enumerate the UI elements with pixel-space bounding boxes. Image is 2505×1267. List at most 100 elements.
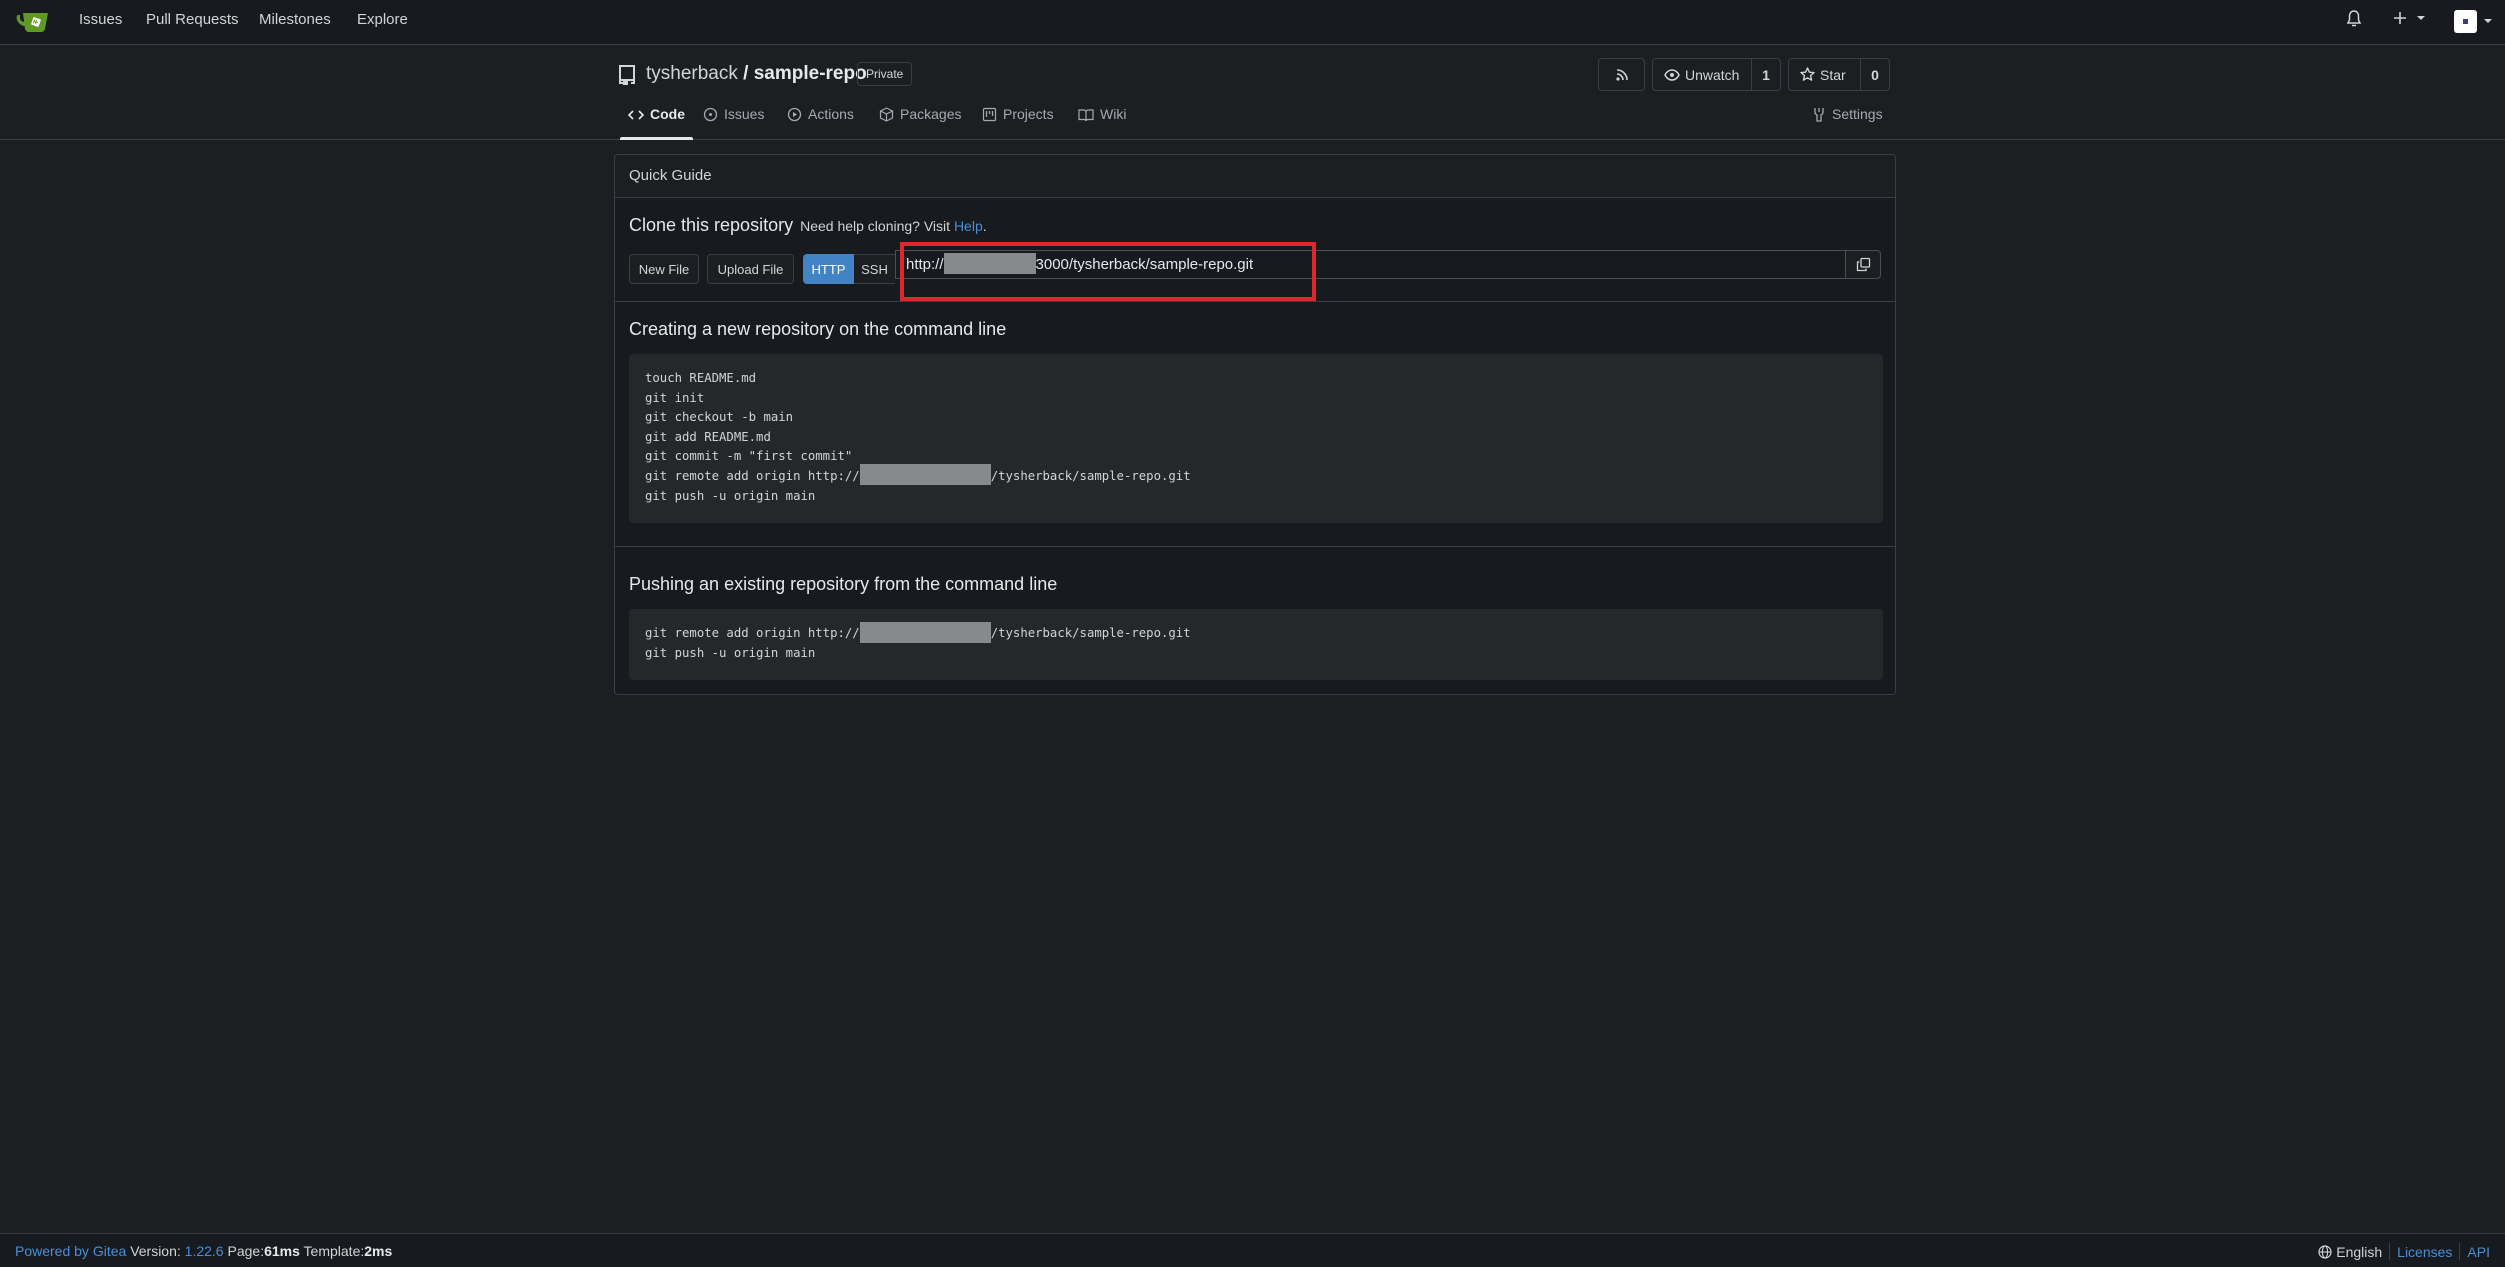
code-line: git remote add origin http:// /tysherback…: [645, 621, 1867, 644]
url-suffix: 3000/tysherback/sample-repo.git: [1035, 256, 1254, 273]
tab-packages-label: Packages: [900, 106, 962, 122]
divider: [2459, 1243, 2461, 1260]
page-time: 61ms: [264, 1243, 300, 1259]
chevron-down-icon[interactable]: [2484, 19, 2492, 23]
footer-info: Powered by Gitea Version: 1.22.6 Page:61…: [15, 1243, 392, 1259]
gitea-logo[interactable]: [16, 9, 50, 33]
copy-icon: [1856, 257, 1870, 272]
nav-explore[interactable]: Explore: [357, 11, 408, 28]
push-existing-code-block[interactable]: git remote add origin http:// /tysherback…: [629, 609, 1883, 680]
clone-section: Clone this repository Need help cloning?…: [615, 198, 1895, 302]
tab-wiki-label: Wiki: [1100, 106, 1127, 122]
language-selector[interactable]: English: [2318, 1244, 2382, 1260]
code-line: git remote add origin http:// /tysherback…: [645, 464, 1867, 487]
licenses-link[interactable]: Licenses: [2397, 1244, 2452, 1260]
create-new-dropdown[interactable]: [2393, 9, 2426, 26]
tab-projects-label: Projects: [1003, 106, 1054, 122]
template-label: Template:: [303, 1243, 365, 1259]
book-icon: [1078, 109, 1094, 122]
code-line: touch README.md: [645, 371, 757, 385]
tab-projects[interactable]: Projects: [982, 106, 1054, 140]
tab-settings[interactable]: Settings: [1812, 106, 1883, 140]
rss-feed-button[interactable]: [1598, 58, 1645, 91]
tab-actions-label: Actions: [808, 106, 854, 122]
repo-title: tysherback / sample-repo: [646, 63, 867, 85]
tab-settings-label: Settings: [1832, 106, 1883, 122]
avatar[interactable]: [2454, 10, 2477, 33]
code-remote-prefix: git remote add origin http://: [645, 468, 860, 483]
code-remote-suffix: /tysherback/sample-repo.git: [990, 468, 1191, 483]
nav-pull-requests[interactable]: Pull Requests: [146, 11, 239, 28]
star-count[interactable]: 0: [1860, 59, 1889, 90]
chevron-down-icon: [2417, 16, 2426, 21]
new-file-button[interactable]: New File: [629, 254, 699, 284]
project-icon: [982, 107, 997, 122]
page-label: Page:: [227, 1243, 265, 1259]
tab-code-label: Code: [650, 106, 685, 122]
tools-icon: [1814, 108, 1824, 122]
footer-links: English Licenses API: [2318, 1243, 2490, 1260]
template-time: 2ms: [364, 1243, 393, 1259]
tab-packages[interactable]: Packages: [879, 106, 961, 140]
rss-icon: [1615, 68, 1628, 81]
code-icon: [628, 110, 644, 120]
repo-icon: [617, 64, 637, 90]
tab-wiki[interactable]: Wiki: [1078, 106, 1126, 140]
watch-count[interactable]: 1: [1751, 59, 1780, 90]
nav-milestones[interactable]: Milestones: [259, 11, 331, 28]
code-line: git add README.md: [645, 429, 771, 444]
version-link[interactable]: 1.22.6: [185, 1243, 224, 1259]
push-existing-heading: Pushing an existing repository from the …: [629, 574, 1058, 594]
upload-file-button[interactable]: Upload File: [707, 254, 794, 284]
tab-issues-label: Issues: [724, 106, 765, 122]
private-badge: Private: [857, 62, 913, 86]
star-icon: [1800, 67, 1815, 81]
repo-header: tysherback / sample-repo Private Unwatch…: [0, 46, 2505, 140]
url-prefix: http://: [906, 256, 944, 273]
repo-owner-link[interactable]: tysherback: [646, 63, 738, 84]
protocol-ssh-button[interactable]: SSH: [854, 254, 895, 284]
new-repo-code-block[interactable]: touch README.md git init git checkout -b m…: [629, 354, 1883, 523]
api-link[interactable]: API: [2467, 1244, 2490, 1260]
code-line: git init: [645, 390, 705, 405]
issue-icon: [703, 107, 718, 122]
tab-code[interactable]: Code: [620, 106, 693, 140]
new-repo-heading: Creating a new repository on the command…: [629, 319, 1007, 339]
help-link[interactable]: Help: [954, 218, 983, 234]
clone-title: Clone this repository Need help cloning?…: [629, 215, 987, 236]
redacted-host: [859, 464, 991, 486]
bell-icon[interactable]: [2346, 10, 2362, 32]
package-icon: [879, 107, 894, 122]
divider: [2389, 1243, 2391, 1260]
quick-guide-title: Quick Guide: [615, 155, 1895, 198]
star-button[interactable]: Star 0: [1788, 58, 1890, 91]
repo-name-link[interactable]: sample-repo: [754, 63, 867, 84]
copy-url-button[interactable]: [1846, 250, 1881, 279]
language-label: English: [2336, 1243, 2383, 1260]
footer: Powered by Gitea Version: 1.22.6 Page:61…: [0, 1233, 2505, 1267]
push-existing-section: Pushing an existing repository from the …: [615, 548, 1895, 694]
tab-issues[interactable]: Issues: [703, 106, 764, 140]
tab-actions[interactable]: Actions: [787, 106, 854, 140]
powered-by-link[interactable]: Powered by Gitea: [15, 1243, 126, 1259]
redacted-host: [943, 253, 1036, 275]
nav-issues[interactable]: Issues: [79, 11, 122, 28]
clone-heading: Clone this repository: [629, 215, 794, 235]
unwatch-label: Unwatch: [1685, 66, 1740, 83]
globe-icon: [2318, 1244, 2332, 1259]
new-repo-section: Creating a new repository on the command…: [615, 303, 1895, 547]
code-line: git push -u origin main: [645, 488, 816, 503]
quick-guide-panel: Quick Guide Clone this repository Need h…: [614, 154, 1896, 695]
code-line: git push -u origin main: [645, 645, 816, 660]
help-prefix: Need help cloning? Visit: [800, 218, 954, 234]
eye-icon: [1664, 68, 1680, 81]
unwatch-button[interactable]: Unwatch 1: [1652, 58, 1781, 91]
version-label: Version:: [130, 1243, 181, 1259]
repo-separator: /: [743, 63, 749, 84]
top-navbar: Issues Pull Requests Milestones Explore: [0, 0, 2505, 45]
actions-play-icon: [787, 107, 802, 122]
clone-help-text: Need help cloning? Visit Help.: [800, 218, 987, 234]
protocol-http-button[interactable]: HTTP: [803, 254, 854, 284]
redacted-host: [859, 621, 991, 643]
clone-url-input[interactable]: http:// 3000/tysherback/sample-repo.git: [895, 250, 1846, 279]
